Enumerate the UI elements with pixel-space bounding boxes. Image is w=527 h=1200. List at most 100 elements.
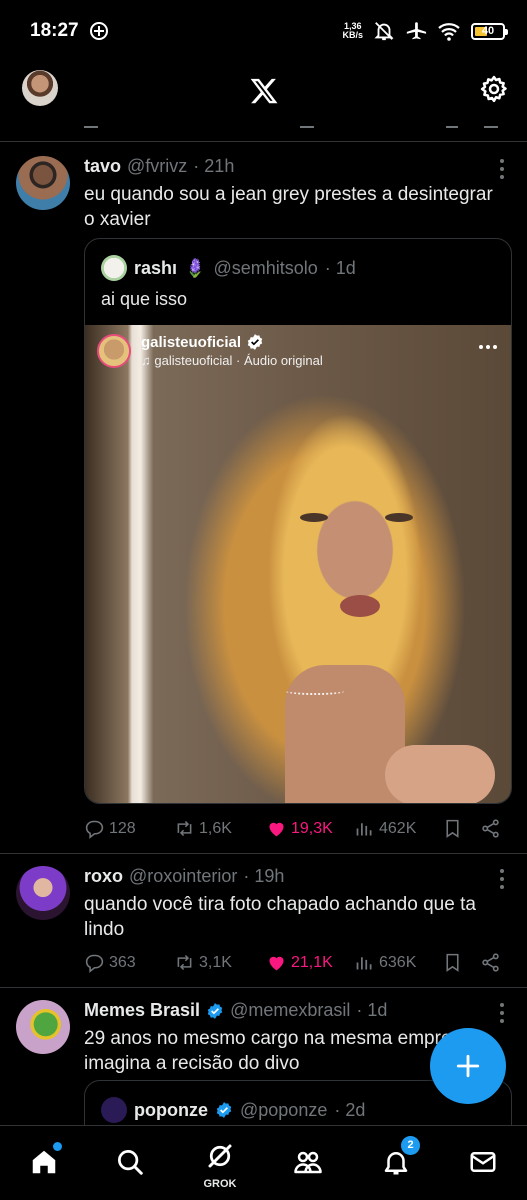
bell-muted-icon: [374, 22, 394, 41]
reply-button[interactable]: 363: [84, 952, 136, 973]
search-icon: [118, 1150, 143, 1175]
settings-gear-icon[interactable]: [479, 74, 509, 104]
repost-icon: [177, 820, 192, 837]
view-count: 636K: [379, 953, 417, 971]
tweet[interactable]: roxo @roxointerior · 19h quando você tir…: [0, 854, 527, 988]
previous-tweet-remnant: [0, 120, 527, 142]
like-button[interactable]: 21,1K: [266, 952, 333, 973]
user-avatar[interactable]: [16, 156, 70, 210]
media-audio-label: ♫ galisteuoficial · Áudio original: [141, 353, 323, 368]
status-bar: 18:27 1,36 KB/s 40: [0, 0, 527, 62]
verified-badge-icon: [216, 1102, 232, 1118]
author-name[interactable]: tavo: [84, 156, 121, 177]
repost-button[interactable]: 3,1K: [174, 952, 232, 973]
author-handle[interactable]: @memexbrasil: [230, 1000, 350, 1021]
media-user-row: galisteuoficial: [141, 333, 323, 351]
x-logo-icon[interactable]: [249, 76, 279, 106]
share-icon: [482, 819, 499, 838]
quote-author-handle[interactable]: @poponze: [240, 1100, 327, 1121]
bookmark-button[interactable]: [442, 818, 463, 839]
bookmark-icon: [446, 819, 459, 838]
author-handle[interactable]: @fvrivz: [127, 156, 187, 177]
net-speed-unit: KB/s: [342, 30, 363, 40]
grok-icon: [208, 1144, 232, 1168]
video-media[interactable]: galisteuoficial ♫ galisteuoficial · Áudi…: [85, 325, 511, 803]
more-options-icon[interactable]: [499, 159, 505, 179]
tweet-time: · 19h: [243, 866, 285, 886]
tweet-header: tavo @fvrivz · 21h: [84, 156, 234, 177]
reply-icon: [85, 954, 104, 973]
heart-filled-icon: [269, 822, 284, 837]
share-icon: [482, 953, 499, 972]
tweet-actions: 128 1,6K 19,3K 462K: [84, 818, 504, 842]
bookmark-icon: [446, 953, 459, 972]
repost-button[interactable]: 1,6K: [174, 818, 232, 839]
battery-icon: 40: [471, 22, 508, 40]
repost-count: 3,1K: [199, 953, 232, 971]
heart-filled-icon: [269, 956, 284, 971]
net-speed: 1,36 KB/s: [342, 22, 363, 40]
quote-author-handle[interactable]: @semhitsolo: [213, 258, 317, 279]
quote-emoji: 🪻: [184, 257, 207, 278]
quote-time: · 1d: [324, 257, 356, 278]
media-username: galisteuoficial: [141, 333, 242, 351]
quote-avatar[interactable]: [101, 1097, 127, 1123]
communities-icon: [294, 1151, 322, 1174]
tweet-header: Memes Brasil @memexbrasil · 1d: [84, 1000, 387, 1021]
repost-icon: [177, 954, 192, 971]
quote-text: ai que isso: [101, 289, 188, 309]
grok-label: GROK: [203, 1178, 237, 1190]
author-name[interactable]: roxo: [84, 866, 123, 887]
home-icon: [32, 1150, 56, 1174]
quote-time: · 2d: [334, 1099, 366, 1120]
quote-header: poponze @poponze · 2d: [101, 1097, 365, 1123]
media-verified-icon: [247, 334, 263, 350]
profile-avatar[interactable]: [22, 70, 58, 106]
quoted-tweet[interactable]: rashı 🪻 @semhitsolo · 1d ai que isso gal…: [84, 238, 512, 804]
verified-badge-icon: [207, 1002, 223, 1019]
views-icon: [356, 823, 372, 836]
more-options-icon[interactable]: [499, 1003, 505, 1023]
view-count: 462K: [379, 819, 417, 837]
reply-icon: [85, 820, 104, 839]
nav-search[interactable]: [112, 1144, 148, 1180]
quote-author-name[interactable]: poponze: [134, 1100, 208, 1121]
reply-count: 363: [109, 953, 136, 971]
nav-home[interactable]: [26, 1142, 62, 1180]
media-lips: [340, 595, 380, 617]
user-avatar[interactable]: [16, 1000, 70, 1054]
quote-author-name[interactable]: rashı: [134, 258, 177, 279]
nav-communities[interactable]: [290, 1144, 326, 1180]
quote-header: rashı 🪻 @semhitsolo · 1d: [101, 255, 356, 281]
plus-icon: [456, 1054, 480, 1078]
views-button[interactable]: 462K: [354, 818, 416, 839]
user-avatar[interactable]: [16, 866, 70, 920]
battery-level: 40: [481, 25, 495, 37]
media-user-avatar: [97, 333, 131, 368]
like-button[interactable]: 19,3K: [266, 818, 333, 839]
nav-messages[interactable]: [465, 1144, 501, 1180]
author-handle[interactable]: @roxointerior: [129, 866, 237, 887]
wifi-icon: [438, 23, 460, 41]
bottom-navigation: GROK 2: [0, 1125, 527, 1200]
airplane-icon: [406, 22, 427, 40]
bookmark-button[interactable]: [442, 952, 463, 973]
nav-notifications[interactable]: 2: [378, 1136, 420, 1180]
views-button[interactable]: 636K: [354, 952, 416, 973]
share-button[interactable]: [480, 818, 501, 839]
top-header: [0, 62, 527, 120]
author-name[interactable]: Memes Brasil: [84, 1000, 200, 1021]
tweet-header: roxo @roxointerior · 19h: [84, 866, 284, 887]
share-button[interactable]: [480, 952, 501, 973]
tweet[interactable]: tavo @fvrivz · 21h eu quando sou a jean …: [0, 142, 527, 854]
nav-grok[interactable]: [202, 1138, 238, 1174]
tweet-time: · 21h: [193, 156, 235, 176]
notifications-badge: 2: [401, 1136, 420, 1155]
reply-count: 128: [109, 819, 136, 837]
home-unread-dot: [53, 1142, 62, 1151]
more-options-icon[interactable]: [499, 869, 505, 889]
quote-avatar[interactable]: [101, 255, 127, 281]
compose-post-button[interactable]: [430, 1028, 506, 1104]
app-notification-icon: [89, 22, 108, 40]
reply-button[interactable]: 128: [84, 818, 136, 839]
